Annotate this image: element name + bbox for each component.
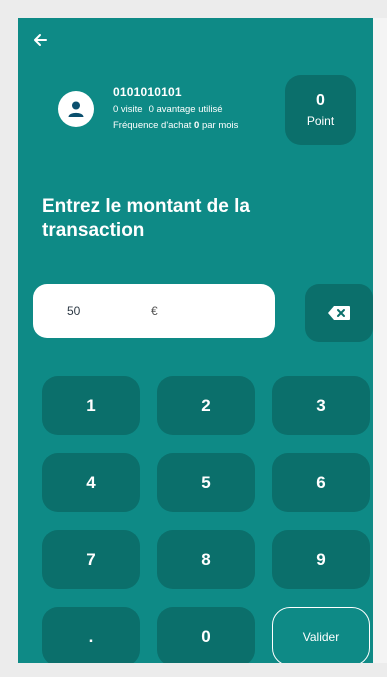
customer-phone: 0101010101 [113,85,182,99]
key-1[interactable]: 1 [42,376,140,435]
advantage-count: 0 avantage utilisé [148,104,223,115]
amount-value: 50 [67,304,81,318]
points-label: Point [306,114,335,128]
purchase-frequency: Fréquence d'achat 0 par mois [113,120,239,131]
key-9[interactable]: 9 [272,530,370,589]
points-badge: 0 Point [285,75,356,145]
back-button[interactable] [30,30,50,50]
key-0[interactable]: 0 [157,607,255,663]
avatar [58,91,94,127]
key-5[interactable]: 5 [157,453,255,512]
page-title: Entrez le montant de la transaction [42,196,250,241]
side-margin [373,18,387,677]
key-8[interactable]: 8 [157,530,255,589]
currency-symbol: € [151,304,158,318]
key-6[interactable]: 6 [272,453,370,512]
key-4[interactable]: 4 [42,453,140,512]
amount-input[interactable]: 50 € [33,284,275,338]
app-screen: 0101010101 0 visite 0 avantage utilisé Fr… [18,18,373,663]
customer-info: 0101010101 0 visite 0 avantage utilisé Fr… [113,85,238,131]
points-value: 0 [316,92,325,109]
key-3[interactable]: 3 [272,376,370,435]
key-2[interactable]: 2 [157,376,255,435]
customer-stats: 0 visite 0 avantage utilisé [113,104,238,115]
user-icon [68,101,84,117]
frequency-value: 0 [194,120,200,131]
visit-count: 0 visite [113,104,143,115]
backspace-button[interactable] [305,284,373,342]
backspace-icon [328,306,350,320]
key-decimal[interactable]: . [42,607,140,663]
validate-button[interactable]: Valider [272,607,370,663]
arrow-left-icon [34,34,47,46]
key-7[interactable]: 7 [42,530,140,589]
bottom-margin [0,663,387,677]
